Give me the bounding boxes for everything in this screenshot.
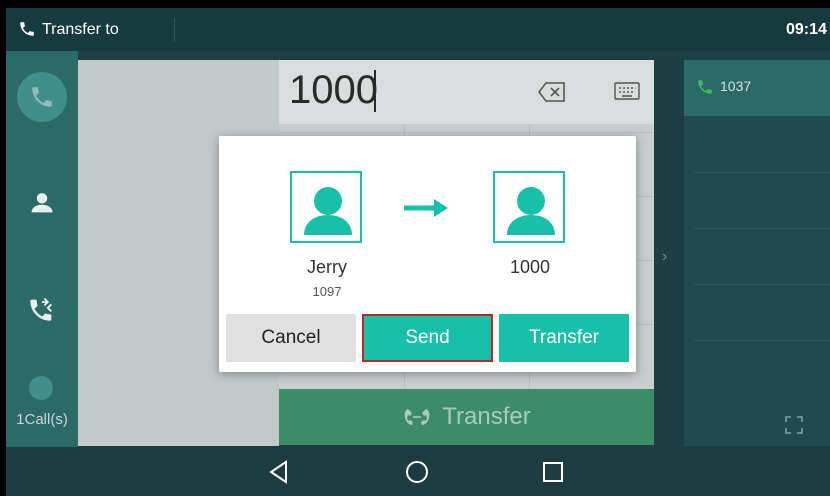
sidebar-item-directory[interactable] bbox=[17, 178, 67, 228]
home-icon[interactable] bbox=[404, 459, 430, 485]
keyboard-icon[interactable] bbox=[614, 80, 640, 102]
keypad-divider bbox=[279, 132, 654, 133]
target-number: 1000 bbox=[509, 257, 551, 277]
contact-icon bbox=[507, 187, 555, 235]
caller-name: Jerry bbox=[307, 257, 347, 277]
text-caret bbox=[374, 70, 376, 112]
transfer-confirm-dialog: Jerry 1097 1000 Cancel Send Transfer bbox=[219, 136, 636, 372]
status-divider bbox=[174, 18, 175, 42]
phone-icon bbox=[20, 22, 34, 36]
call-list-panel: 1037 bbox=[684, 60, 830, 446]
list-divider bbox=[694, 172, 830, 173]
call-history-icon bbox=[30, 297, 52, 321]
caller-number: 1097 bbox=[312, 284, 342, 299]
arrow-right-icon bbox=[404, 199, 448, 217]
list-divider bbox=[694, 284, 830, 285]
list-divider bbox=[694, 340, 830, 341]
dialed-number: 1000 bbox=[289, 68, 378, 112]
active-call-icon[interactable] bbox=[29, 376, 53, 400]
target-avatar bbox=[493, 171, 565, 243]
sidebar-item-dialer[interactable] bbox=[17, 72, 67, 122]
clock: 09:14 bbox=[786, 21, 827, 38]
sidebar: 1Call(s) bbox=[6, 51, 78, 447]
cancel-button[interactable]: Cancel bbox=[226, 314, 356, 362]
recent-apps-icon[interactable] bbox=[540, 459, 566, 485]
backspace-icon[interactable] bbox=[537, 80, 567, 104]
contact-icon bbox=[304, 187, 352, 235]
sidebar-item-history[interactable] bbox=[17, 284, 67, 334]
phone-icon bbox=[698, 80, 712, 94]
transfer-button[interactable]: Transfer bbox=[499, 314, 629, 362]
dial-input[interactable]: 1000 bbox=[279, 60, 654, 124]
phone-icon bbox=[32, 87, 52, 107]
chevron-right-icon: › bbox=[662, 248, 668, 265]
call-list-item[interactable]: 1037 bbox=[684, 60, 830, 116]
screen-title: Transfer to bbox=[42, 21, 119, 38]
caller-avatar bbox=[290, 171, 362, 243]
send-button[interactable]: Send bbox=[362, 314, 493, 362]
status-bar: Transfer to 09:14 bbox=[6, 8, 830, 51]
calls-count-label[interactable]: 1Call(s) bbox=[6, 411, 78, 428]
phone-screen: Transfer to 09:14 1Call(s) 1000 Transfer… bbox=[6, 8, 830, 496]
list-divider bbox=[694, 228, 830, 229]
contact-icon bbox=[31, 193, 53, 213]
fullscreen-icon[interactable] bbox=[784, 415, 804, 435]
transfer-softkey-label: Transfer bbox=[442, 403, 531, 430]
call-number: 1037 bbox=[720, 78, 752, 94]
navigation-bar bbox=[6, 447, 830, 496]
transfer-icon bbox=[404, 409, 430, 425]
back-icon[interactable] bbox=[266, 459, 292, 485]
transfer-softkey[interactable]: Transfer bbox=[279, 389, 654, 445]
